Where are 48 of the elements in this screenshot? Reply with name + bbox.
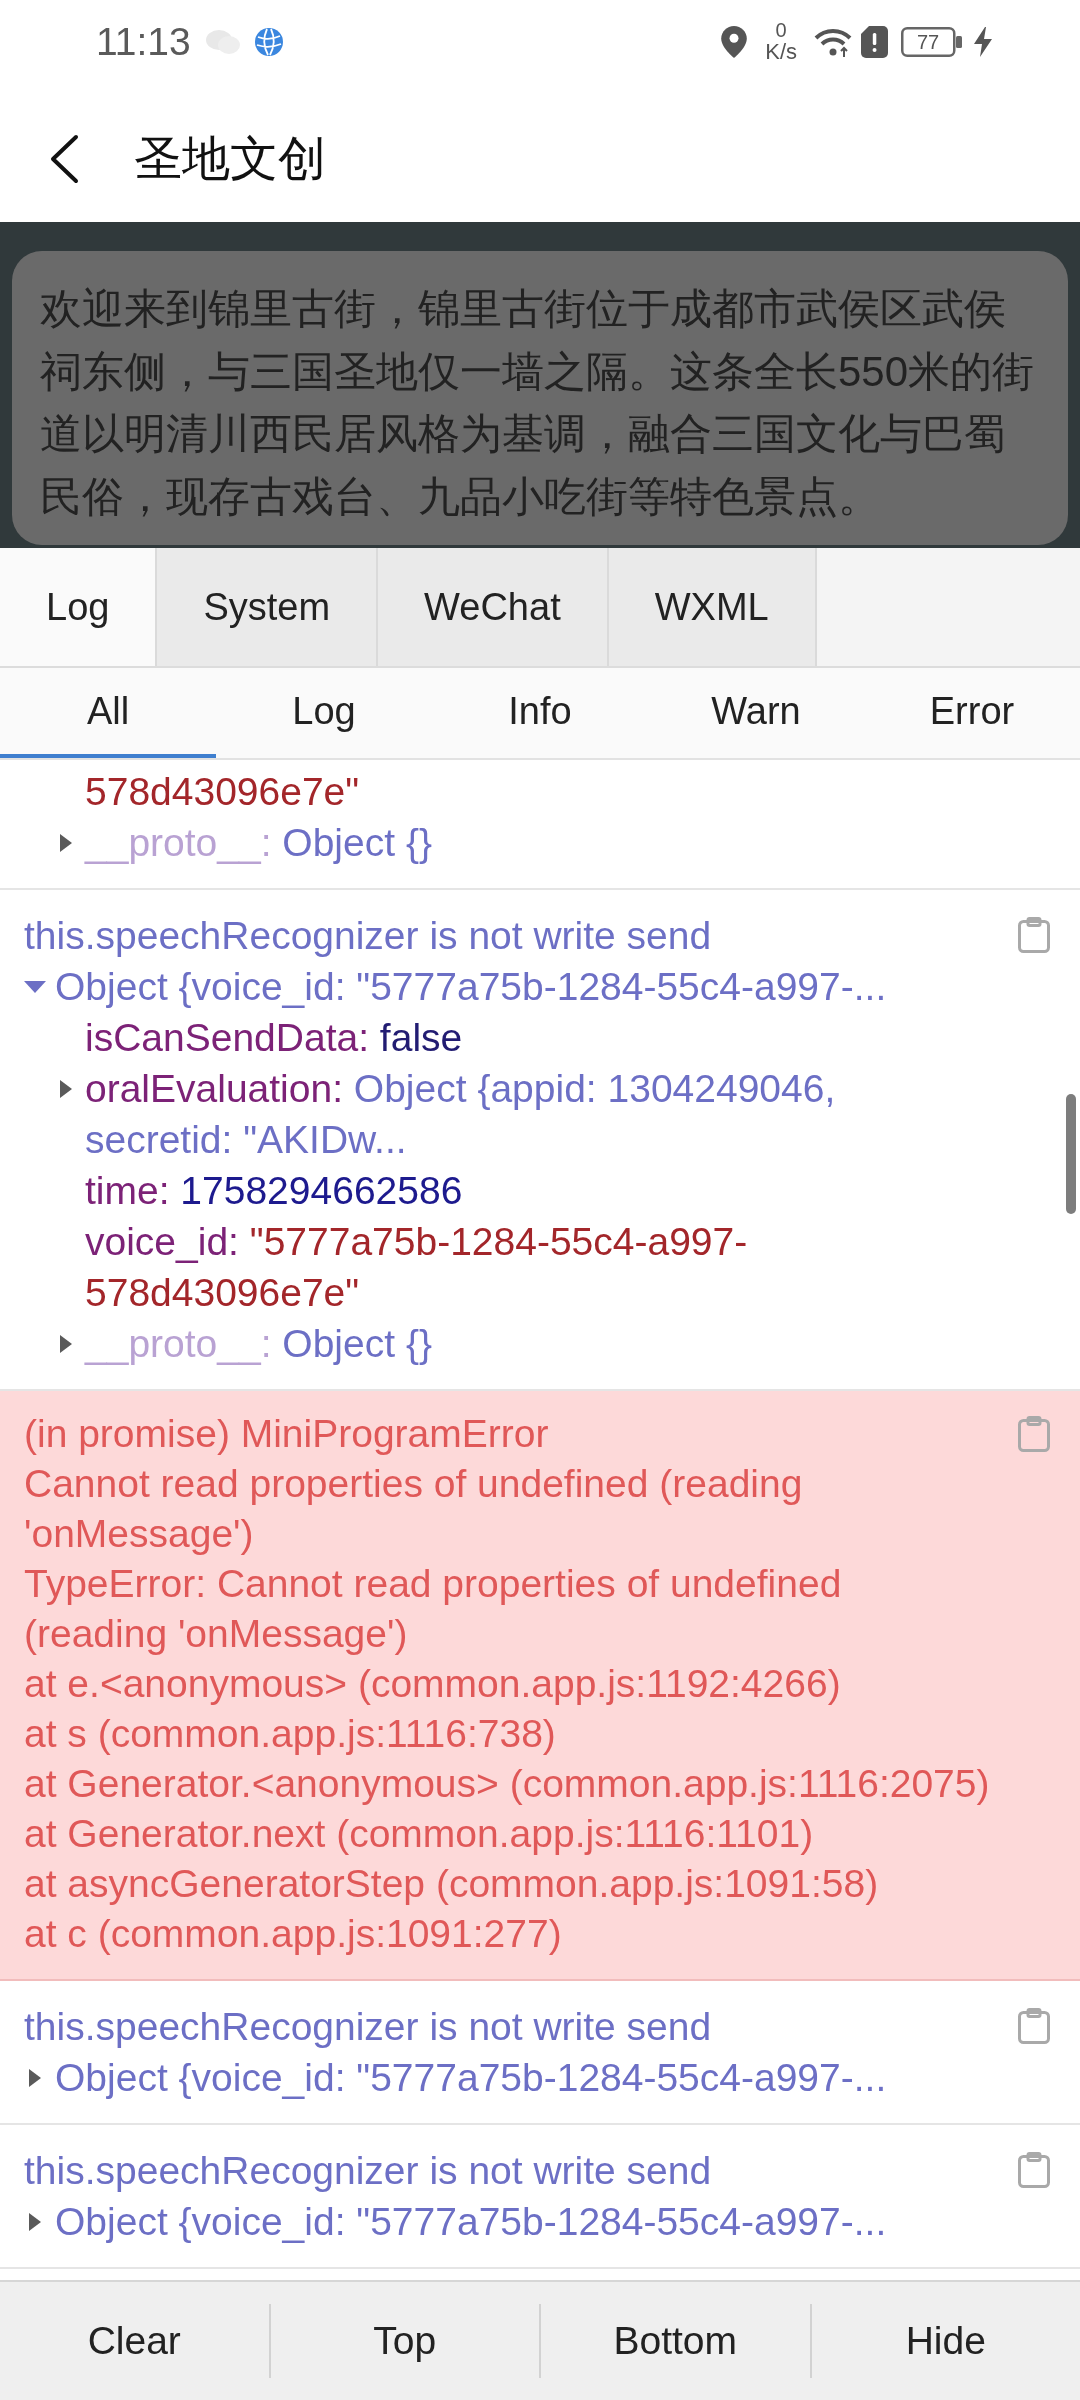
property-value: 578d43096e7e" bbox=[85, 769, 360, 815]
tab[interactable]: WeChat bbox=[378, 548, 609, 666]
filter-tab[interactable]: Warn bbox=[648, 668, 864, 758]
back-icon[interactable] bbox=[48, 133, 80, 184]
object-summary: Object {voice_id: "5777a75b-1284-55c4-a997-... bbox=[55, 964, 887, 1010]
object-property: __proto__: Object {} bbox=[85, 820, 432, 866]
caret-right-icon[interactable] bbox=[29, 2068, 41, 2087]
log-message: this.speechRecognizer is not write send bbox=[24, 913, 712, 959]
toolbar-button[interactable]: Bottom bbox=[541, 2282, 810, 2400]
network-speed-value: 0 bbox=[775, 20, 787, 40]
filter-tab[interactable]: Error bbox=[864, 668, 1080, 758]
caret-right-icon[interactable] bbox=[60, 1079, 72, 1098]
description-text: 欢迎来到锦里古街，锦里古街位于成都市武侯区武侯祠东侧，与三国圣地仅一墙之隔。这条全长550米的街道以明清川西民居风格为基调，融合三国文化与巴蜀民俗，现存古戏台、九品小吃街等特色景点。 bbox=[40, 284, 1036, 522]
caret-right-icon[interactable] bbox=[60, 1334, 72, 1353]
caret-right-icon[interactable] bbox=[60, 833, 72, 852]
clipboard-icon[interactable] bbox=[1018, 2152, 1050, 2188]
object-summary: Object {voice_id: "5777a75b-1284-55c4-a997-... bbox=[55, 2055, 887, 2101]
object-property: isCanSendData: false bbox=[85, 1015, 463, 1061]
object-summary: Object {voice_id: "5777a75b-1284-55c4-a997-... bbox=[55, 2199, 887, 2245]
object-property: time: 1758294662586 bbox=[85, 1168, 463, 1214]
sim-card-alert-icon bbox=[861, 25, 888, 58]
toolbar-button[interactable]: Top bbox=[270, 2282, 539, 2400]
network-speed-unit: K/s bbox=[765, 41, 797, 63]
tab[interactable]: WXML bbox=[608, 548, 817, 666]
filter-tab[interactable]: Log bbox=[216, 668, 432, 758]
tab[interactable]: System bbox=[157, 548, 379, 666]
caret-right-icon[interactable] bbox=[29, 2212, 41, 2231]
log-message: this.speechRecognizer is not write send bbox=[24, 2004, 712, 2050]
object-property: oralEvaluation: Object {appid: 1304249046, secretid: "AKIDw... bbox=[85, 1066, 837, 1163]
error-message: (in promise) MiniProgramError Cannot read properties of undefined (reading 'onMessage') TypeError: Cannot read properties of undefined (reading 'onMessage') at e.<anonymous> (common.app.js:1192:4266) at s (common.app.js:1116:738) at Generator.<anonymous> (common.app.js:1116:2075) at Generator.next (common.app.js:1116:1101) at asyncGeneratorStep (common.app.js:1091:58) at c (common.app.js:1091:277) bbox=[24, 1411, 990, 1957]
log-message: this.speechRecognizer is not write send bbox=[24, 2148, 712, 2194]
object-property: voice_id: "5777a75b-1284-55c4-a997-578d43096e7e" bbox=[85, 1219, 749, 1316]
clipboard-icon[interactable] bbox=[1018, 1416, 1050, 1452]
scrollbar-thumb[interactable] bbox=[1066, 1094, 1076, 1214]
globe-icon bbox=[254, 27, 283, 56]
filter-tab[interactable]: Info bbox=[432, 668, 648, 758]
clipboard-icon[interactable] bbox=[1018, 917, 1050, 953]
toolbar-button[interactable]: Clear bbox=[0, 2282, 269, 2400]
location-pin-icon bbox=[721, 25, 748, 58]
tab[interactable]: Log bbox=[0, 548, 158, 666]
status-time: 11:13 bbox=[96, 22, 191, 61]
object-property: __proto__: Object {} bbox=[85, 1321, 432, 1367]
battery-level-text: 77 bbox=[916, 31, 940, 52]
page-title: 圣地文创 bbox=[134, 134, 326, 183]
battery-icon bbox=[901, 26, 963, 57]
caret-down-icon[interactable] bbox=[24, 980, 46, 993]
clipboard-icon[interactable] bbox=[1018, 2008, 1050, 2044]
toolbar-button[interactable]: Hide bbox=[811, 2282, 1080, 2400]
